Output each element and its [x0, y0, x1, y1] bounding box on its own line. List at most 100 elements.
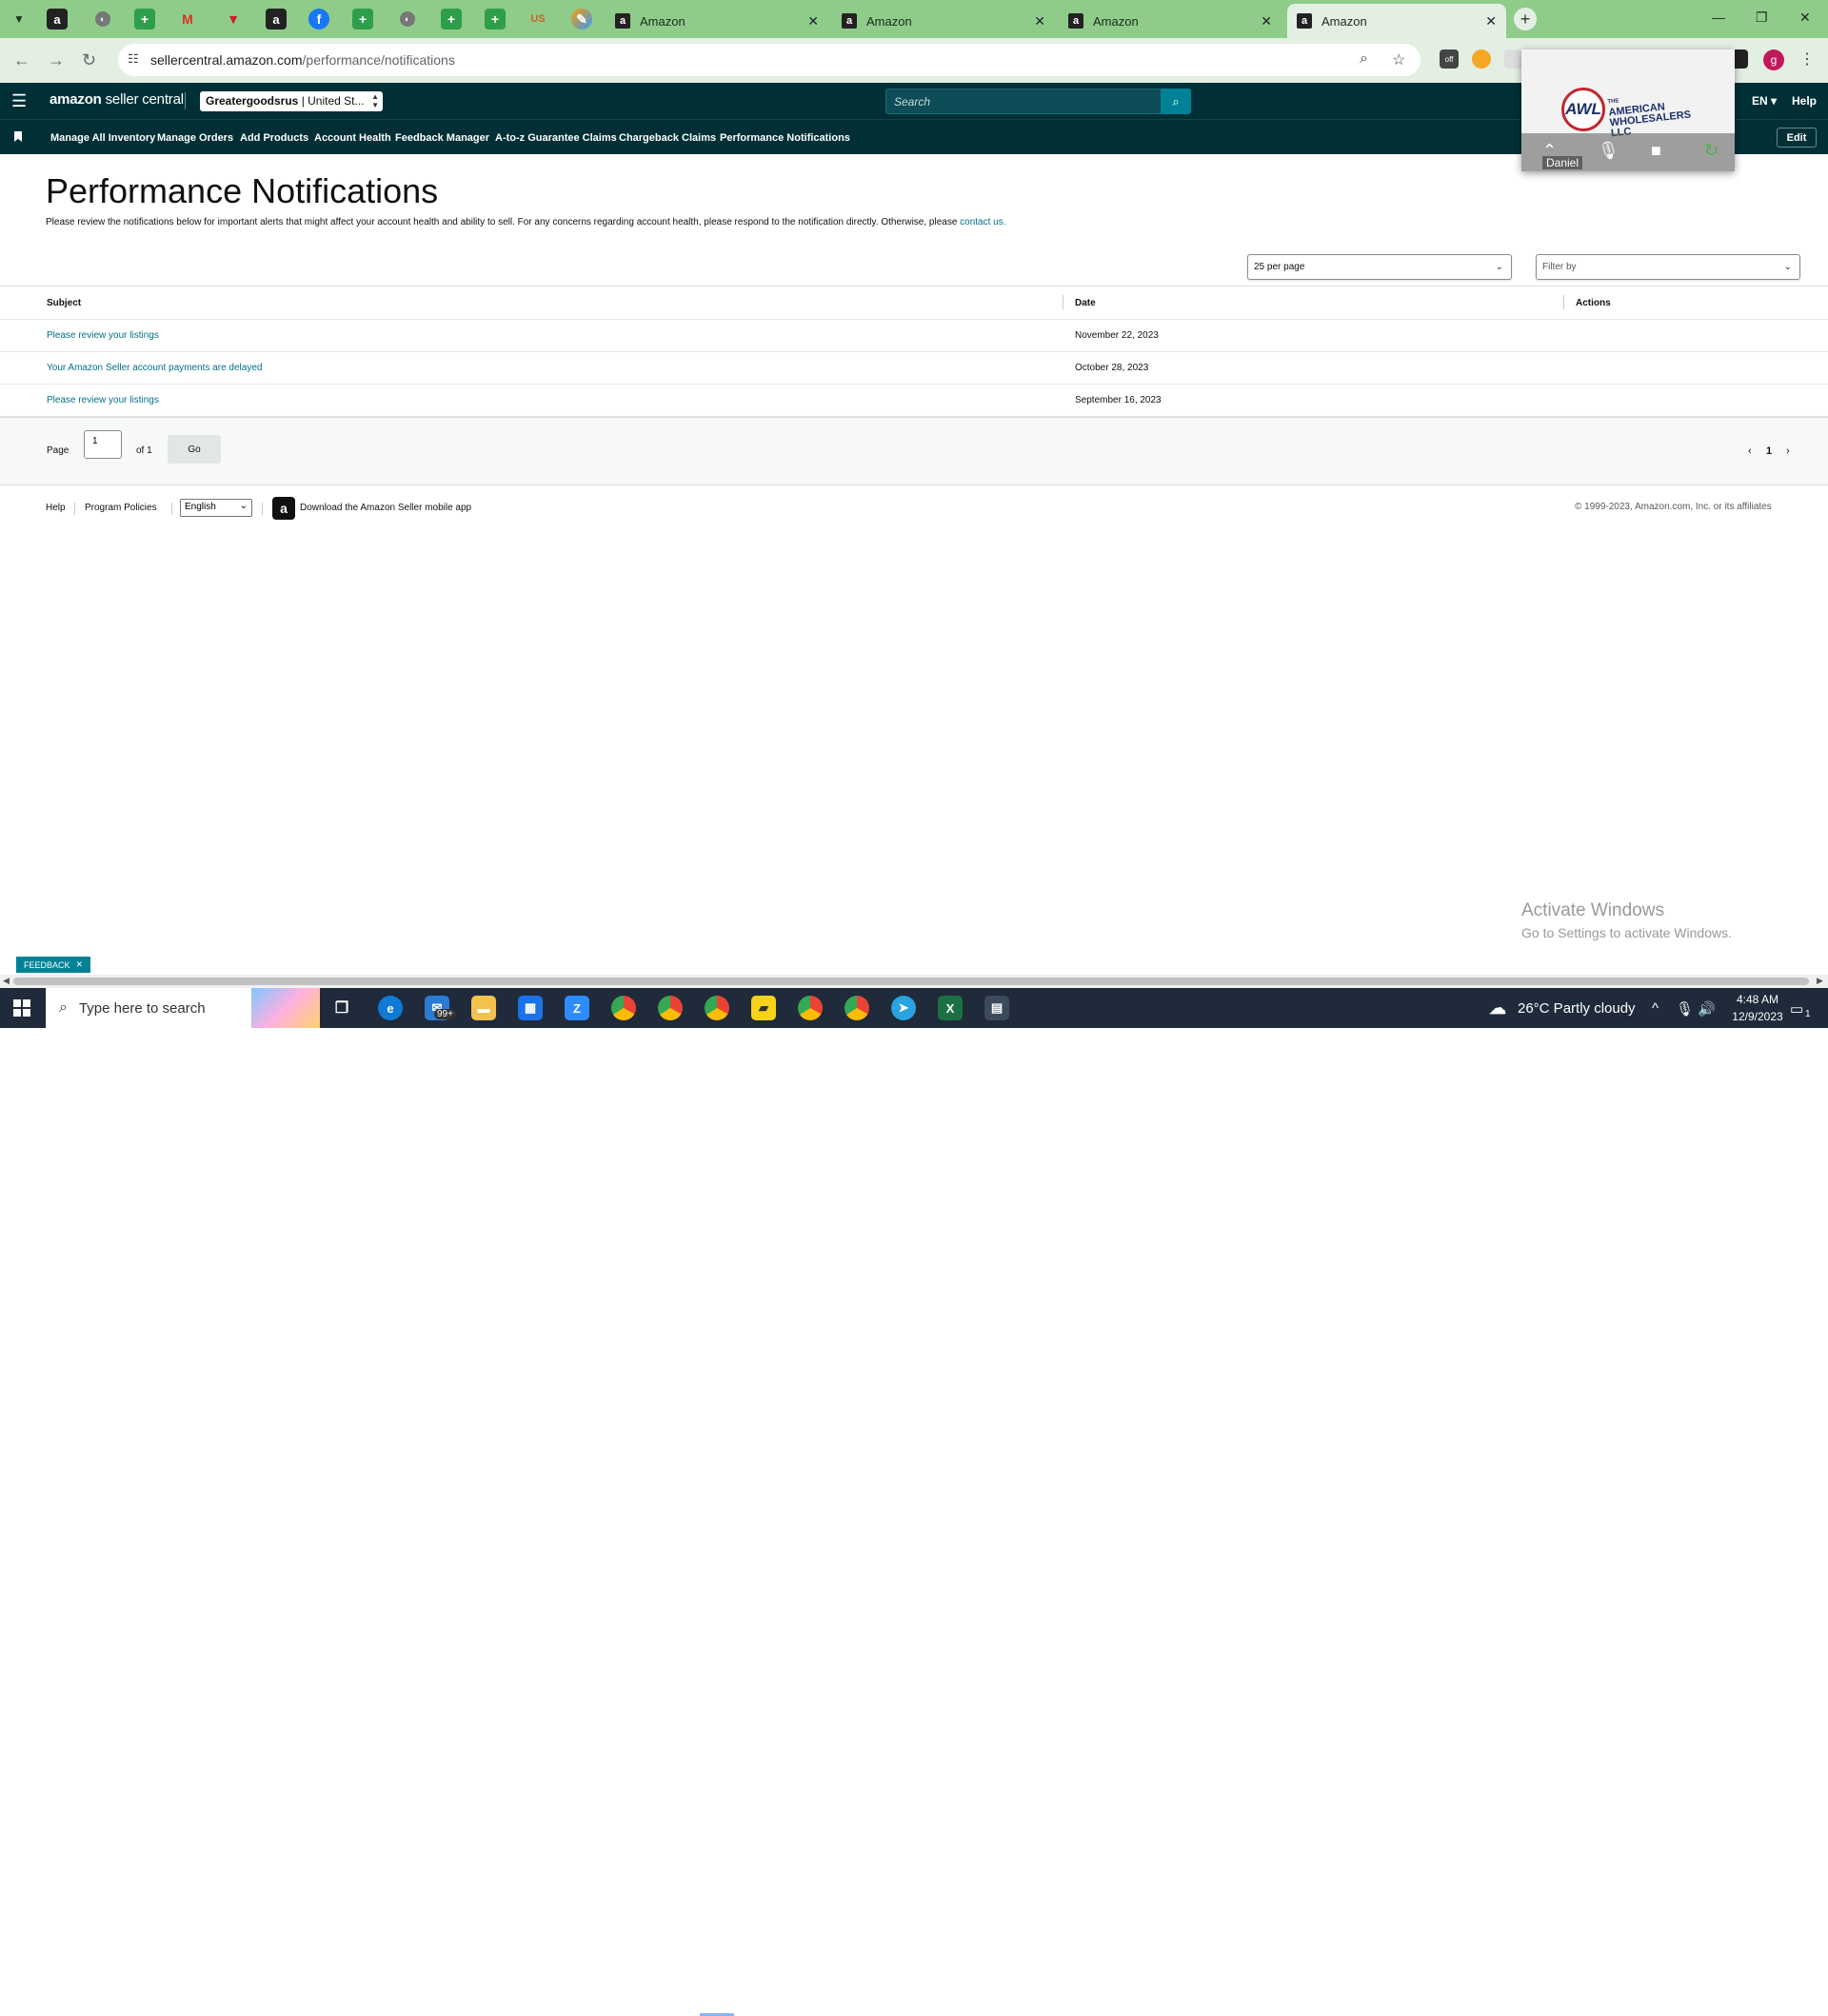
pinned-tab-amazon-icon[interactable]: a [47, 9, 68, 30]
footer-help-link[interactable]: Help [46, 503, 66, 513]
close-tab-icon[interactable]: ✕ [1485, 13, 1497, 30]
seller-central-logo[interactable]: amazon seller central [50, 91, 184, 108]
profile-avatar[interactable]: g [1763, 49, 1784, 70]
page-number-input[interactable]: 1 [84, 430, 122, 459]
column-header-subject[interactable]: Subject [47, 298, 81, 308]
footer-language-select[interactable]: English ⌄ [180, 499, 252, 517]
refresh-call-icon[interactable]: ↻ [1704, 141, 1719, 161]
new-tab-plus-icon[interactable]: + [1514, 8, 1537, 30]
nav-add-products[interactable]: Add Products [240, 132, 308, 144]
pinned-tab-sheets-icon[interactable]: + [352, 9, 373, 30]
excel-icon[interactable]: X [938, 996, 963, 1020]
pinned-tab-app-icon[interactable]: ✎ [571, 9, 592, 30]
next-page-chevron-icon[interactable]: › [1786, 445, 1790, 457]
nav-performance-notifications[interactable]: Performance Notifications [720, 132, 850, 144]
nav-manage-orders[interactable]: Manage Orders [157, 132, 233, 144]
pinned-tab-us-icon[interactable]: US [527, 9, 548, 30]
microphone-off-icon[interactable]: 🎙 [1598, 141, 1619, 161]
close-tab-icon[interactable]: ✕ [1261, 13, 1272, 30]
edge-browser-icon[interactable]: e [378, 996, 403, 1020]
notifications-icon[interactable]: ▭ [1790, 1000, 1803, 1018]
search-input[interactable]: Search [885, 89, 1162, 114]
bookmark-icon[interactable] [14, 131, 22, 142]
pinned-tab-sheets-icon[interactable]: + [134, 9, 155, 30]
clock-date[interactable]: 12/9/2023 [1727, 1010, 1788, 1023]
task-view-icon[interactable]: ❐ [329, 996, 354, 1020]
microphone-icon[interactable]: 🎙 [1676, 1000, 1694, 1018]
pinned-tab-sheets-icon[interactable]: + [485, 9, 506, 30]
pinned-tab-gmail-icon[interactable]: M [177, 9, 198, 30]
notification-subject-link[interactable]: Your Amazon Seller account payments are … [47, 363, 262, 373]
pinned-tab-amazon-icon[interactable]: a [266, 9, 287, 30]
close-tab-icon[interactable]: ✕ [807, 13, 819, 30]
filter-by-select[interactable]: Filter by ⌄ [1536, 254, 1800, 280]
chrome-icon[interactable] [611, 996, 636, 1020]
volume-icon[interactable]: 🔊 [1698, 1000, 1716, 1018]
chrome-icon[interactable] [844, 996, 869, 1020]
pinned-tab-globe-icon[interactable]: ◐ [400, 11, 415, 27]
back-arrow-icon[interactable]: ← [13, 50, 30, 70]
tab-amazon-active[interactable]: a Amazon ✕ [1287, 4, 1506, 38]
chrome-icon[interactable] [798, 996, 823, 1020]
scroll-left-arrow-icon[interactable]: ◀ [3, 976, 10, 986]
restore-window-icon[interactable]: ❐ [1756, 10, 1768, 26]
site-info-icon[interactable]: ☷ [128, 51, 139, 67]
reload-icon[interactable]: ↻ [82, 50, 96, 70]
feedback-button[interactable]: FEEDBACK ✕ [16, 957, 91, 973]
zoom-app-icon[interactable]: Z [565, 996, 589, 1020]
url-omnibox[interactable]: ☷ sellercentral.amazon.com/performance/n… [118, 44, 1421, 76]
taskbar-search-input[interactable]: ⌕ Type here to search [46, 988, 320, 1028]
hamburger-menu-icon[interactable]: ☰ [11, 91, 27, 111]
nav-manage-all-inventory[interactable]: Manage All Inventory [50, 132, 155, 144]
hidden-icons-chevron-icon[interactable]: ^ [1652, 1000, 1659, 1017]
nav-account-health[interactable]: Account Health [314, 132, 391, 144]
pinned-tab-facebook-icon[interactable]: f [308, 9, 329, 30]
close-icon[interactable]: ✕ [76, 959, 84, 970]
language-menu[interactable]: EN ▾ [1752, 94, 1777, 108]
video-call-overlay[interactable]: AWL THE AMERICAN WHOLESALERS LLC ⌃ Danie… [1521, 49, 1735, 171]
zoom-icon[interactable]: ⌕ [1360, 50, 1368, 68]
close-window-icon[interactable]: ✕ [1799, 10, 1811, 26]
weather-text[interactable]: 26°C Partly cloudy [1518, 1000, 1636, 1017]
nav-a-to-z-claims[interactable]: A-to-z Guarantee Claims [495, 132, 617, 144]
windows-start-icon[interactable] [13, 999, 30, 1017]
search-button[interactable]: ⌕ [1161, 89, 1191, 114]
amazon-app-icon[interactable]: a [272, 497, 295, 520]
clock-time[interactable]: 4:48 AM [1727, 993, 1788, 1006]
per-page-select[interactable]: 25 per page ⌄ [1247, 254, 1512, 280]
calculator-icon[interactable]: ▤ [984, 996, 1009, 1020]
edit-nav-button[interactable]: Edit [1777, 128, 1817, 148]
horizontal-scrollbar[interactable]: ◀ ▶ [0, 975, 1828, 988]
extension-off-icon[interactable]: off [1440, 49, 1459, 69]
column-header-date[interactable]: Date [1075, 298, 1096, 308]
tab-amazon-2[interactable]: a Amazon ✕ [832, 4, 1055, 38]
close-tab-icon[interactable]: ✕ [1034, 13, 1045, 30]
store-icon[interactable]: ▦ [518, 996, 543, 1020]
tab-amazon-3[interactable]: a Amazon ✕ [1059, 4, 1282, 38]
help-link[interactable]: Help [1792, 94, 1817, 108]
nav-chargeback-claims[interactable]: Chargeback Claims [619, 132, 716, 144]
tab-search-chevron-icon[interactable]: ▼ [8, 8, 30, 30]
footer-program-policies-link[interactable]: Program Policies [85, 503, 157, 513]
browser-menu-icon[interactable]: ⋮ [1799, 49, 1815, 69]
chrome-active-icon[interactable] [705, 996, 729, 1020]
minimize-window-icon[interactable]: — [1712, 10, 1725, 25]
pinned-tab-globe-icon[interactable]: ◐ [95, 11, 110, 27]
telegram-icon[interactable]: ➤ [891, 996, 916, 1020]
notification-subject-link[interactable]: Please review your listings [47, 330, 159, 341]
bookmark-star-icon[interactable]: ☆ [1392, 50, 1405, 69]
sticky-notes-icon[interactable]: ▰ [751, 996, 776, 1020]
notification-subject-link[interactable]: Please review your listings [47, 395, 159, 405]
store-switcher-select[interactable]: Greatergoodsrus | United St... ▲ ▼ [200, 91, 383, 111]
prev-page-chevron-icon[interactable]: ‹ [1748, 445, 1752, 457]
pinned-tab-sheets-icon[interactable]: + [441, 9, 462, 30]
current-page-number[interactable]: 1 [1766, 445, 1772, 457]
extension-circle-icon[interactable] [1472, 49, 1491, 69]
scrollbar-thumb[interactable] [13, 978, 1809, 985]
download-app-link[interactable]: Download the Amazon Seller mobile app [300, 503, 471, 513]
go-button[interactable]: Go [168, 435, 221, 464]
tab-amazon-1[interactable]: a Amazon ✕ [606, 4, 828, 38]
scroll-right-arrow-icon[interactable]: ▶ [1817, 976, 1823, 986]
forward-arrow-icon[interactable]: → [48, 50, 65, 70]
extension-puzzle-icon[interactable] [1504, 49, 1523, 69]
